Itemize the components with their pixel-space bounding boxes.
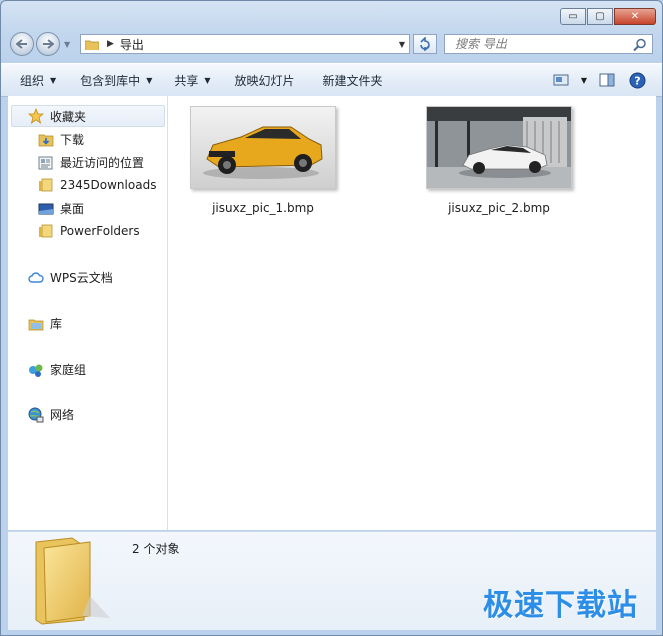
navigation-pane: 收藏夹 下载 最近访问的位置 2345Downloads 桌面 PowerFol… (8, 96, 168, 530)
back-arrow-icon (16, 39, 27, 49)
network-icon (28, 407, 44, 423)
share-label: 共享 (174, 73, 199, 88)
sidebar-item-2345downloads[interactable]: 2345Downloads (38, 177, 156, 193)
include-in-library-button[interactable]: 包含到库中 ▼ (74, 68, 158, 92)
view-controls: ▼ ? (546, 64, 662, 96)
chevron-down-icon: ▼ (204, 75, 211, 85)
large-folder-icon (35, 537, 110, 625)
desktop-icon (38, 201, 54, 217)
address-bar[interactable]: ▶ 导出 ▼ (80, 34, 410, 54)
sidebar-item-wps-cloud[interactable]: WPS云文档 (28, 269, 113, 286)
forward-arrow-icon (43, 39, 54, 49)
folder-icon (38, 223, 54, 239)
folder-icon (85, 40, 99, 50)
file-item[interactable]: jisuxz_pic_2.bmp (424, 106, 574, 215)
share-button[interactable]: 共享 ▼ (168, 68, 216, 92)
watermark-logo: 极速下载站 (483, 588, 638, 623)
file-name[interactable]: jisuxz_pic_2.bmp (424, 201, 574, 215)
recent-pages-dropdown[interactable]: ▼ (64, 40, 70, 49)
sidebar-item-label: 桌面 (60, 202, 85, 216)
star-icon (28, 108, 44, 124)
sidebar-item-label: 最近访问的位置 (60, 156, 145, 170)
download-folder-icon (38, 132, 54, 148)
back-button[interactable] (10, 32, 34, 56)
sidebar-item-label: 网络 (50, 408, 75, 422)
yellow-suv-thumbnail (191, 107, 335, 188)
search-box[interactable] (444, 34, 653, 54)
item-count: 2 个对象 (132, 542, 180, 556)
file-list: jisuxz_pic_1.bmp jisuxz_pic_2.bmp (168, 96, 656, 530)
sidebar-item-powerfolders[interactable]: PowerFolders (38, 223, 140, 239)
forward-button[interactable] (36, 32, 60, 56)
library-icon (28, 316, 44, 332)
explorer-window: ▭ ▢ ✕ ▼ ▶ 导出 ▼ 搜索 导出 组织 ▼ 包含到库中 ▼ 共享 ▼ 放… (0, 0, 663, 636)
sidebar-item-label: 家庭组 (50, 363, 87, 377)
help-icon: ? (629, 72, 645, 88)
sidebar-item-label: PowerFolders (60, 224, 140, 238)
file-item[interactable]: jisuxz_pic_1.bmp (188, 106, 338, 215)
refresh-button[interactable] (413, 34, 437, 54)
preview-pane-icon (599, 73, 615, 87)
breadcrumb-current[interactable]: 导出 (120, 36, 144, 53)
sidebar-item-label: 库 (50, 317, 63, 331)
file-thumbnail (190, 106, 336, 189)
refresh-icon (420, 37, 430, 51)
search-icon[interactable] (633, 38, 647, 52)
recent-places-icon (38, 155, 54, 171)
file-thumbnail (426, 106, 572, 189)
close-button[interactable]: ✕ (614, 8, 656, 25)
file-name[interactable]: jisuxz_pic_1.bmp (188, 201, 338, 215)
organize-button[interactable]: 组织 ▼ (14, 68, 62, 92)
search-input[interactable] (453, 36, 632, 52)
details-pane: 2 个对象 极速下载站 (8, 531, 656, 630)
new-folder-label: 新建文件夹 (322, 73, 383, 88)
sidebar-item-libraries[interactable]: 库 (28, 315, 62, 332)
sidebar-item-label: 下载 (60, 133, 85, 147)
slideshow-button[interactable]: 放映幻灯片 (229, 68, 301, 92)
chevron-down-icon: ▼ (50, 75, 57, 85)
favorites-label: 收藏夹 (50, 109, 87, 124)
homegroup-icon (28, 362, 44, 378)
address-dropdown[interactable]: ▼ (399, 40, 405, 49)
svg-text:?: ? (634, 74, 640, 87)
white-sports-car-thumbnail (427, 107, 571, 188)
nav-buttons: ▼ (10, 32, 70, 56)
sidebar-item-label: 2345Downloads (60, 178, 157, 192)
chevron-down-icon: ▼ (580, 75, 588, 85)
sidebar-item-network[interactable]: 网络 (28, 406, 74, 423)
view-icon (553, 74, 569, 86)
maximize-button[interactable]: ▢ (587, 8, 613, 25)
new-folder-button[interactable]: 新建文件夹 (317, 68, 389, 92)
chevron-down-icon: ▼ (146, 75, 153, 85)
folder-icon (38, 177, 54, 193)
sidebar-item-desktop[interactable]: 桌面 (38, 200, 84, 217)
sidebar-item-downloads[interactable]: 下载 (38, 131, 84, 148)
caption-buttons: ▭ ▢ ✕ (559, 8, 656, 25)
cloud-icon (28, 270, 44, 286)
help-button[interactable]: ? (622, 68, 652, 92)
sidebar-item-homegroup[interactable]: 家庭组 (28, 361, 86, 378)
slideshow-label: 放映幻灯片 (234, 73, 295, 88)
command-bar: 组织 ▼ 包含到库中 ▼ 共享 ▼ 放映幻灯片 新建文件夹 ▼ ? (1, 63, 662, 97)
breadcrumb-separator-icon[interactable]: ▶ (107, 39, 114, 49)
view-options-dropdown[interactable]: ▼ (576, 68, 592, 92)
include-in-library-label: 包含到库中 (80, 73, 141, 88)
organize-label: 组织 (20, 73, 45, 88)
sidebar-item-recent-places[interactable]: 最近访问的位置 (38, 154, 144, 171)
sidebar-item-label: WPS云文档 (50, 271, 113, 285)
favorites-header[interactable]: 收藏夹 (11, 105, 165, 127)
change-view-button[interactable] (546, 68, 576, 92)
minimize-button[interactable]: ▭ (560, 8, 586, 25)
preview-pane-button[interactable] (592, 68, 622, 92)
